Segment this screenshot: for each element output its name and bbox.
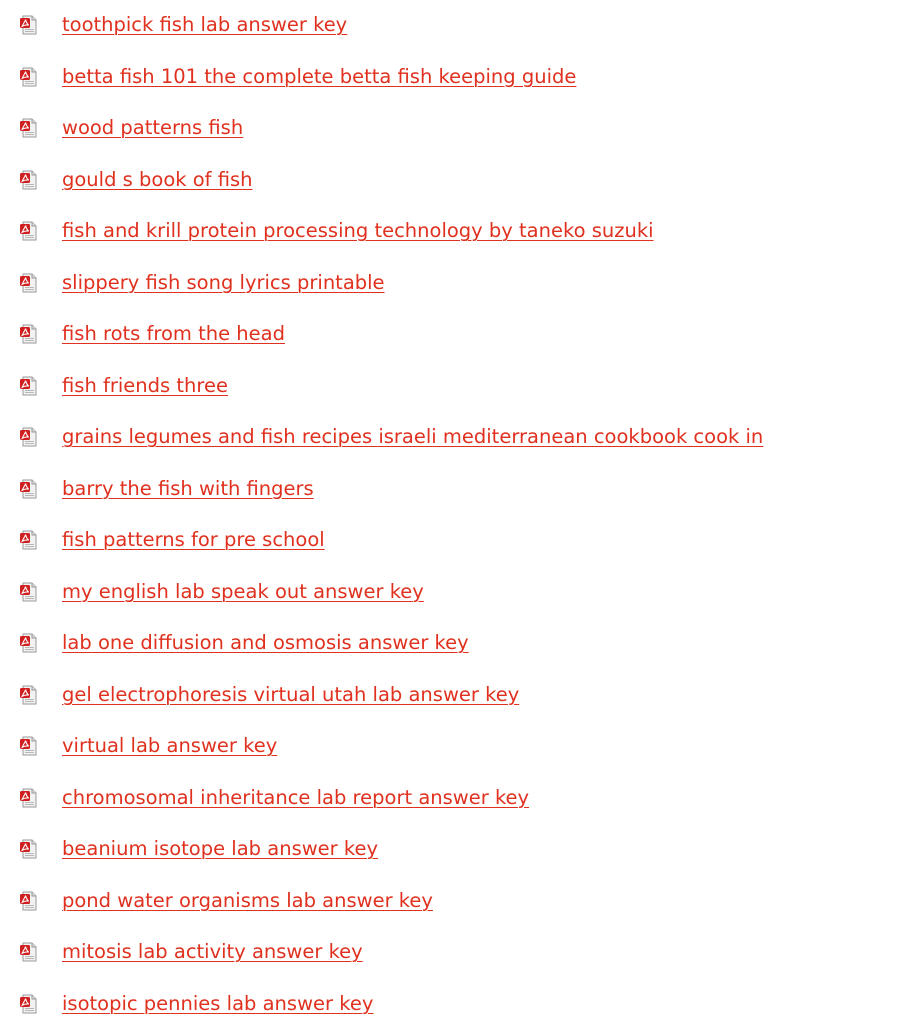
list-item: fish patterns for pre school <box>0 524 905 560</box>
list-item: fish and krill protein processing techno… <box>0 215 905 251</box>
list-item: grains legumes and fish recipes israeli … <box>0 421 905 457</box>
pdf-file-icon <box>19 942 39 962</box>
pdf-link[interactable]: virtual lab answer key <box>62 734 277 758</box>
pdf-link[interactable]: beanium isotope lab answer key <box>62 837 378 861</box>
list-item: my english lab speak out answer key <box>0 576 905 612</box>
pdf-link[interactable]: toothpick fish lab answer key <box>62 13 347 37</box>
list-item: virtual lab answer key <box>0 730 905 766</box>
list-item: mitosis lab activity answer key <box>0 936 905 972</box>
pdf-link-list: toothpick fish lab answer key betta fish … <box>0 0 905 1028</box>
list-item: gel electrophoresis virtual utah lab ans… <box>0 679 905 715</box>
pdf-file-icon <box>19 736 39 756</box>
pdf-link[interactable]: fish and krill protein processing techno… <box>62 219 654 243</box>
pdf-file-icon <box>19 788 39 808</box>
pdf-file-icon <box>19 118 39 138</box>
pdf-link[interactable]: pond water organisms lab answer key <box>62 889 433 913</box>
list-item: barry the fish with fingers <box>0 473 905 509</box>
list-item: chromosomal inheritance lab report answe… <box>0 782 905 818</box>
list-item: lab one diffusion and osmosis answer key <box>0 627 905 663</box>
pdf-link[interactable]: my english lab speak out answer key <box>62 580 424 604</box>
pdf-file-icon <box>19 479 39 499</box>
pdf-link[interactable]: lab one diffusion and osmosis answer key <box>62 631 469 655</box>
pdf-file-icon <box>19 891 39 911</box>
pdf-file-icon <box>19 427 39 447</box>
pdf-file-icon <box>19 170 39 190</box>
pdf-link[interactable]: fish rots from the head <box>62 322 285 346</box>
pdf-file-icon <box>19 582 39 602</box>
list-item: fish rots from the head <box>0 318 905 354</box>
list-item: betta fish 101 the complete betta fish k… <box>0 61 905 97</box>
pdf-file-icon <box>19 685 39 705</box>
pdf-link[interactable]: slippery fish song lyrics printable <box>62 271 385 295</box>
pdf-file-icon <box>19 376 39 396</box>
pdf-file-icon <box>19 633 39 653</box>
pdf-link[interactable]: wood patterns fish <box>62 116 243 140</box>
list-item: gould s book of fish <box>0 164 905 200</box>
list-item: toothpick fish lab answer key <box>0 9 905 45</box>
list-item: beanium isotope lab answer key <box>0 833 905 869</box>
pdf-link[interactable]: fish friends three <box>62 374 228 398</box>
pdf-file-icon <box>19 15 39 35</box>
pdf-file-icon <box>19 994 39 1014</box>
pdf-file-icon <box>19 273 39 293</box>
pdf-link[interactable]: gould s book of fish <box>62 168 253 192</box>
pdf-link[interactable]: gel electrophoresis virtual utah lab ans… <box>62 683 519 707</box>
pdf-file-icon <box>19 67 39 87</box>
list-item: pond water organisms lab answer key <box>0 885 905 921</box>
pdf-link[interactable]: barry the fish with fingers <box>62 477 314 501</box>
pdf-file-icon <box>19 221 39 241</box>
pdf-link[interactable]: grains legumes and fish recipes israeli … <box>62 425 763 449</box>
pdf-file-icon <box>19 530 39 550</box>
pdf-link[interactable]: chromosomal inheritance lab report answe… <box>62 786 529 810</box>
pdf-link[interactable]: fish patterns for pre school <box>62 528 325 552</box>
pdf-link[interactable]: mitosis lab activity answer key <box>62 940 363 964</box>
pdf-file-icon <box>19 839 39 859</box>
list-item: fish friends three <box>0 370 905 406</box>
pdf-link[interactable]: betta fish 101 the complete betta fish k… <box>62 65 576 89</box>
pdf-link[interactable]: isotopic pennies lab answer key <box>62 992 373 1016</box>
list-item: slippery fish song lyrics printable <box>0 267 905 303</box>
pdf-file-icon <box>19 324 39 344</box>
list-item: wood patterns fish <box>0 112 905 148</box>
list-item: isotopic pennies lab answer key <box>0 988 905 1024</box>
